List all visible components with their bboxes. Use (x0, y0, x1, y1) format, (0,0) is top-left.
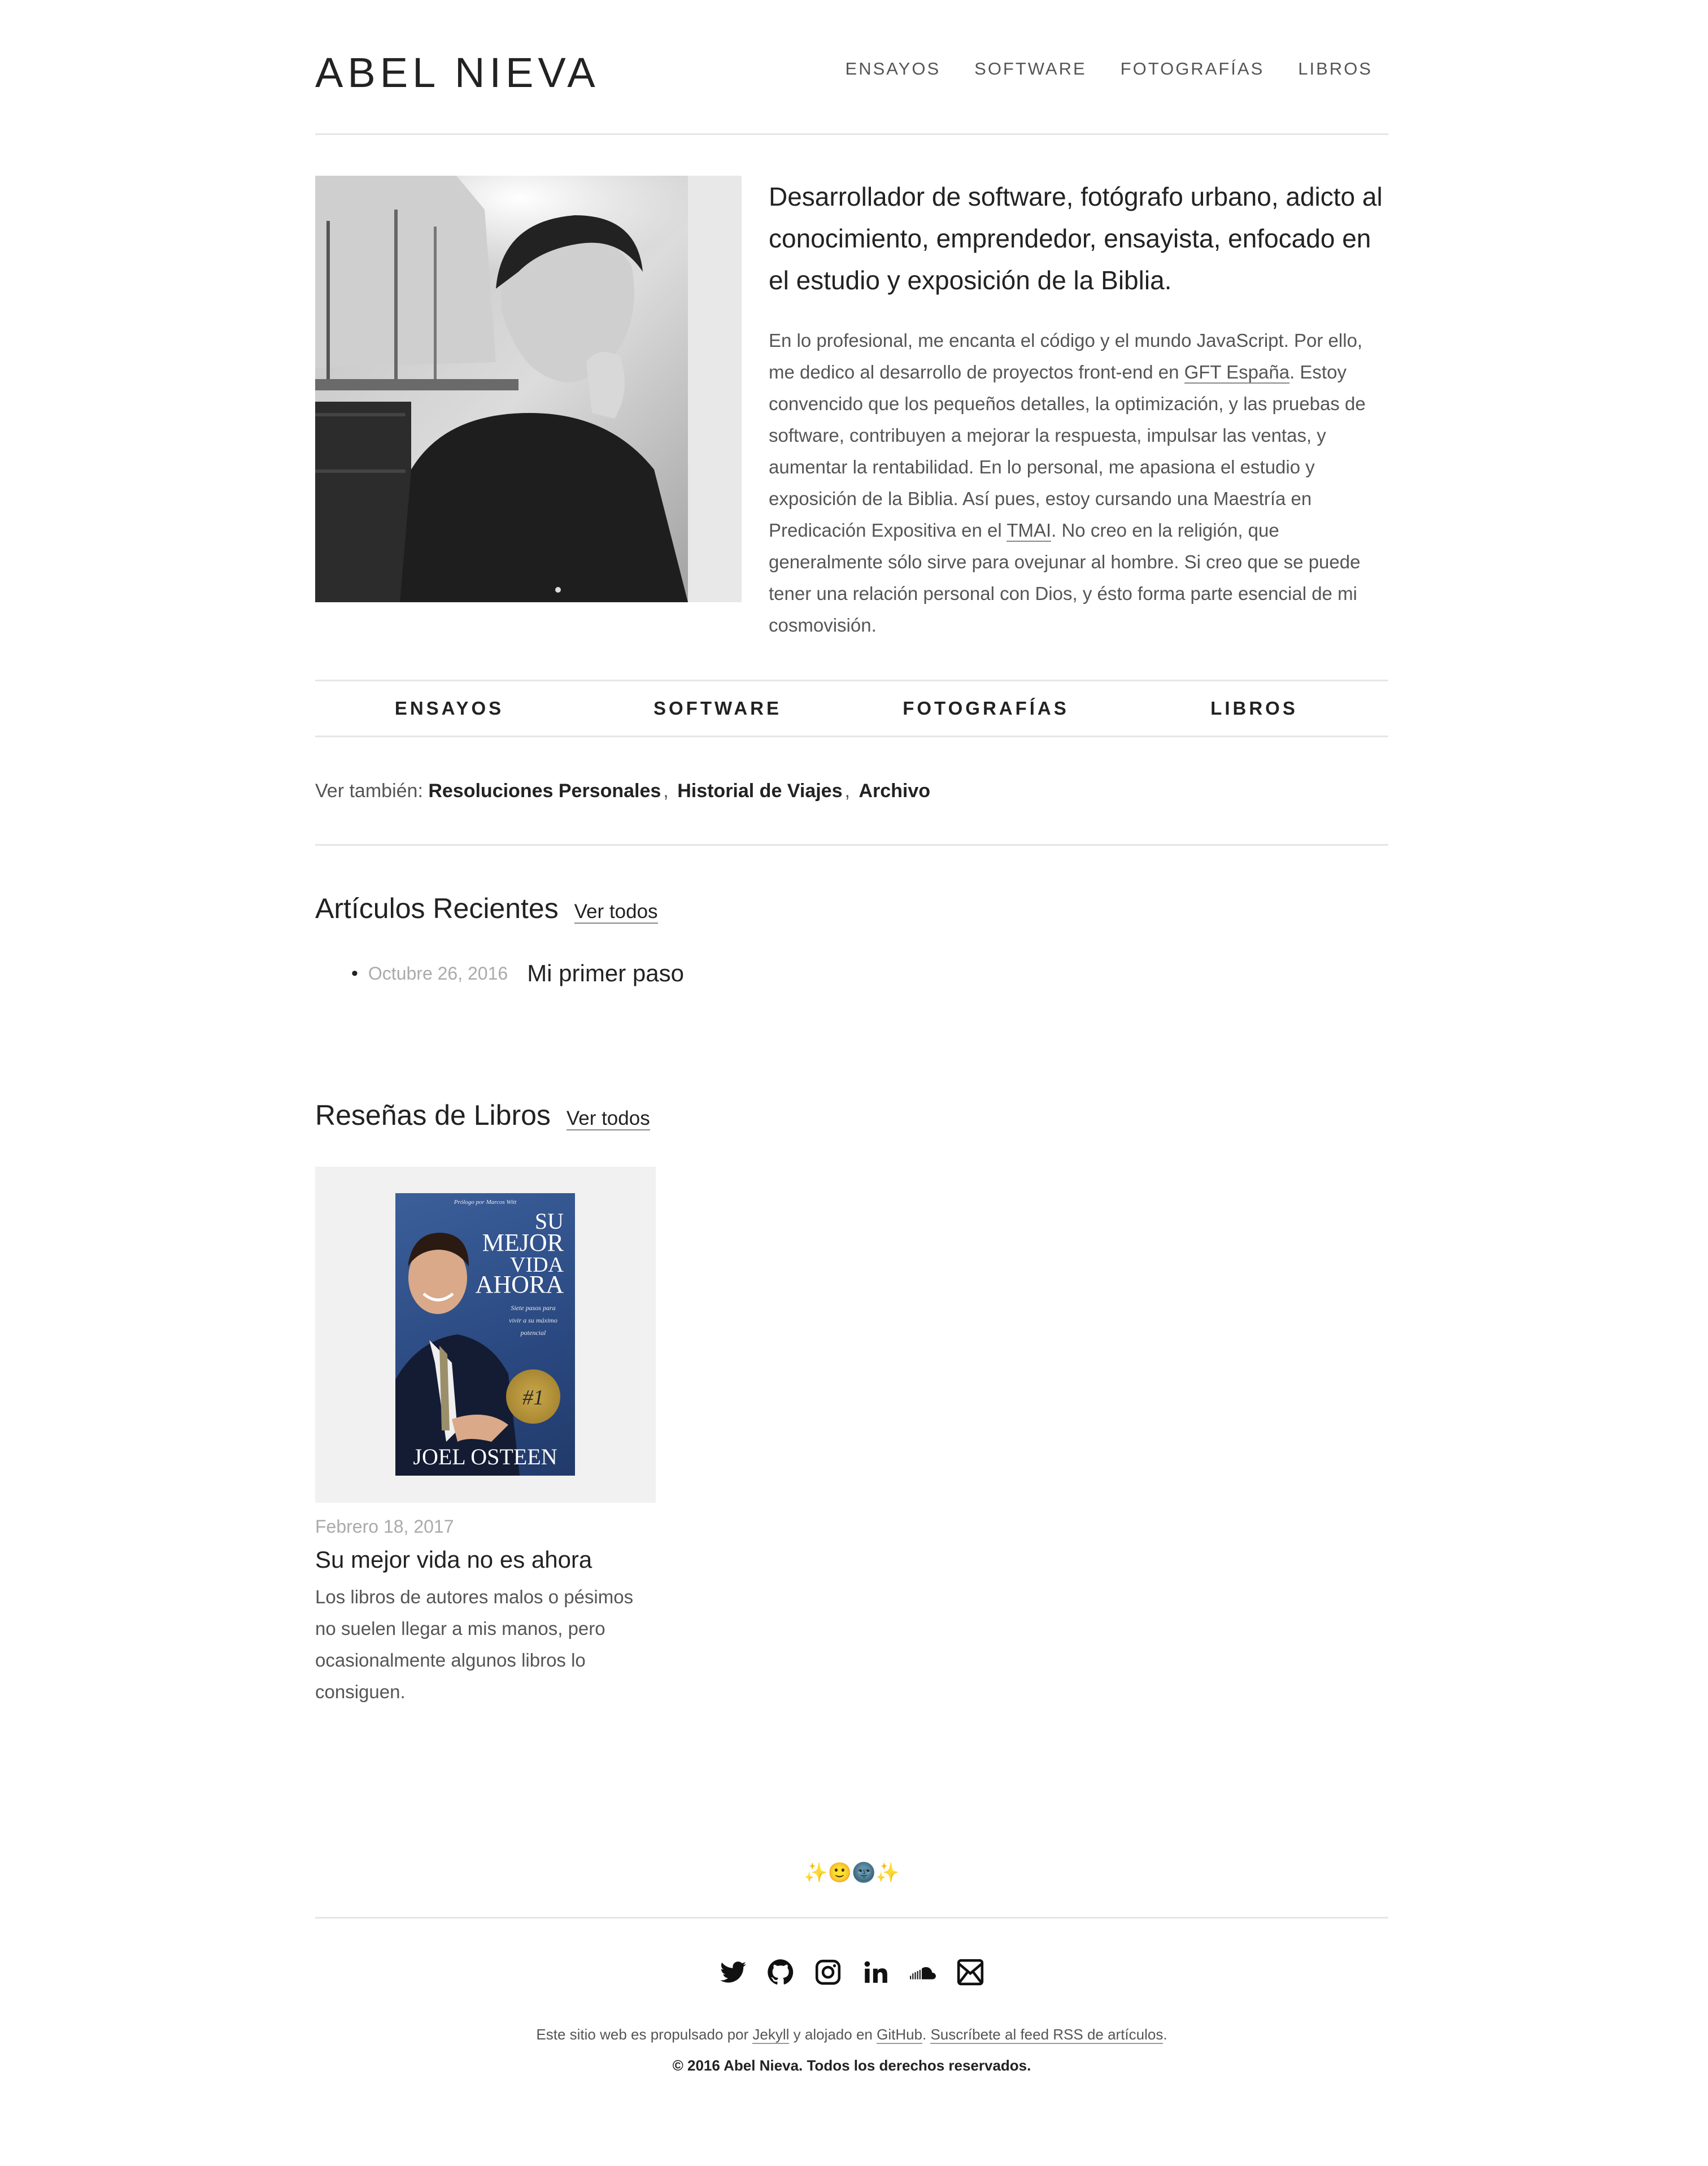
footer-text-3: . (922, 2026, 931, 2043)
footer-credits: Este sitio web es propulsado por Jekyll … (315, 2026, 1388, 2044)
profile-photo (315, 176, 742, 602)
page-container: ABEL NIEVA ENSAYOS SOFTWARE FOTOGRAFÍAS … (315, 0, 1388, 2074)
section-nav-ensayos[interactable]: ENSAYOS (315, 681, 583, 736)
copyright: © 2016 Abel Nieva. Todos los derechos re… (672, 2057, 1031, 2074)
section-nav-libros[interactable]: LIBROS (1120, 681, 1388, 736)
intro-text: Desarrollador de software, fotógrafo urb… (769, 176, 1388, 641)
recent-articles: Artículos Recientes Ver todos Octubre 26… (315, 892, 1388, 987)
linkedin-icon[interactable] (861, 1958, 890, 1986)
section-nav-fotografias[interactable]: FOTOGRAFÍAS (852, 681, 1120, 736)
nav-software[interactable]: SOFTWARE (974, 59, 1087, 79)
link-historial-viajes[interactable]: Historial de Viajes (677, 780, 842, 802)
nav-ensayos[interactable]: ENSAYOS (846, 59, 941, 79)
section-nav-software[interactable]: SOFTWARE (583, 681, 852, 736)
cover-title-ahora: AHORA (475, 1271, 564, 1298)
book-title-link[interactable]: Su mejor vida no es ahora (315, 1546, 656, 1573)
link-archivo[interactable]: Archivo (859, 780, 930, 802)
book-card: Prólogo por Marcos Witt SU MEJOR VIDA AH… (315, 1167, 656, 1708)
bio-text-2: . Estoy convencido que los pequeños deta… (769, 362, 1366, 541)
cover-title-mejor: MEJOR (482, 1229, 564, 1256)
book-reviews-heading: Reseñas de Libros Ver todos (315, 1099, 1388, 1132)
badge-text: #1 (522, 1386, 544, 1410)
github-icon[interactable] (766, 1958, 795, 1986)
tmai-link[interactable]: TMAI (1006, 520, 1052, 542)
see-also: Ver también: Resoluciones Personales, Hi… (315, 780, 1388, 846)
cover-author: JOEL OSTEEN (413, 1444, 557, 1469)
book-reviews: Reseñas de Libros Ver todos Prólogo por … (315, 1099, 1388, 1708)
nav-libros[interactable]: LIBROS (1298, 59, 1372, 79)
github-link[interactable]: GitHub (877, 2026, 923, 2044)
book-date: Febrero 18, 2017 (315, 1516, 454, 1537)
book-excerpt: Los libros de autores malos o pésimos no… (315, 1586, 634, 1702)
footer-text-2: y alojado en (789, 2026, 877, 2043)
recent-articles-title: Artículos Recientes (315, 893, 559, 924)
post-date: Octubre 26, 2016 (368, 963, 508, 984)
site-footer: Este sitio web es propulsado por Jekyll … (315, 1917, 1388, 2074)
footer-text-4: . (1163, 2026, 1167, 2043)
site-header: ABEL NIEVA ENSAYOS SOFTWARE FOTOGRAFÍAS … (315, 0, 1388, 135)
social-links (315, 1958, 1388, 1986)
rss-link[interactable]: Suscríbete al feed RSS de artículos (930, 2026, 1164, 2044)
footer-text-1: Este sitio web es propulsado por (536, 2026, 753, 2043)
books-view-all-link[interactable]: Ver todos (566, 1107, 650, 1130)
emoji-row: ✨🙂🌚✨ (804, 1862, 900, 1884)
post-list: Octubre 26, 2016 Mi primer paso (315, 960, 1388, 987)
list-item: Octubre 26, 2016 Mi primer paso (351, 960, 1388, 987)
section-nav: ENSAYOS SOFTWARE FOTOGRAFÍAS LIBROS (315, 680, 1388, 737)
intro-bio: En lo profesional, me encanta el código … (769, 325, 1388, 641)
gft-link[interactable]: GFT España (1184, 362, 1290, 384)
cover-prologue: Prólogo por Marcos Witt (454, 1199, 517, 1206)
nav-fotografias[interactable]: FOTOGRAFÍAS (1121, 59, 1265, 79)
cover-subtitle: Siete pasos para vivir a su máximo poten… (509, 1304, 557, 1337)
book-reviews-title: Reseñas de Libros (315, 1099, 551, 1131)
jekyll-link[interactable]: Jekyll (752, 2026, 790, 2044)
separator: , (663, 780, 669, 802)
intro-lead: Desarrollador de software, fotógrafo urb… (769, 182, 1383, 295)
soundcloud-icon[interactable] (909, 1958, 937, 1986)
top-nav: ENSAYOS SOFTWARE FOTOGRAFÍAS LIBROS (846, 59, 1372, 79)
separator: , (844, 780, 850, 802)
recent-view-all-link[interactable]: Ver todos (574, 901, 658, 924)
see-also-label: Ver también: (315, 780, 423, 802)
site-title[interactable]: ABEL NIEVA (315, 49, 600, 97)
recent-articles-heading: Artículos Recientes Ver todos (315, 892, 1388, 925)
intro-section: Desarrollador de software, fotógrafo urb… (315, 176, 1388, 641)
book-cover-frame[interactable]: Prólogo por Marcos Witt SU MEJOR VIDA AH… (315, 1167, 656, 1503)
twitter-icon[interactable] (719, 1958, 747, 1986)
instagram-icon[interactable] (814, 1958, 842, 1986)
link-resoluciones[interactable]: Resoluciones Personales (428, 780, 661, 802)
book-cover: Prólogo por Marcos Witt SU MEJOR VIDA AH… (395, 1193, 575, 1476)
email-icon[interactable] (956, 1958, 984, 1986)
bestseller-badge: #1 (506, 1369, 560, 1424)
post-title-link[interactable]: Mi primer paso (527, 960, 684, 987)
